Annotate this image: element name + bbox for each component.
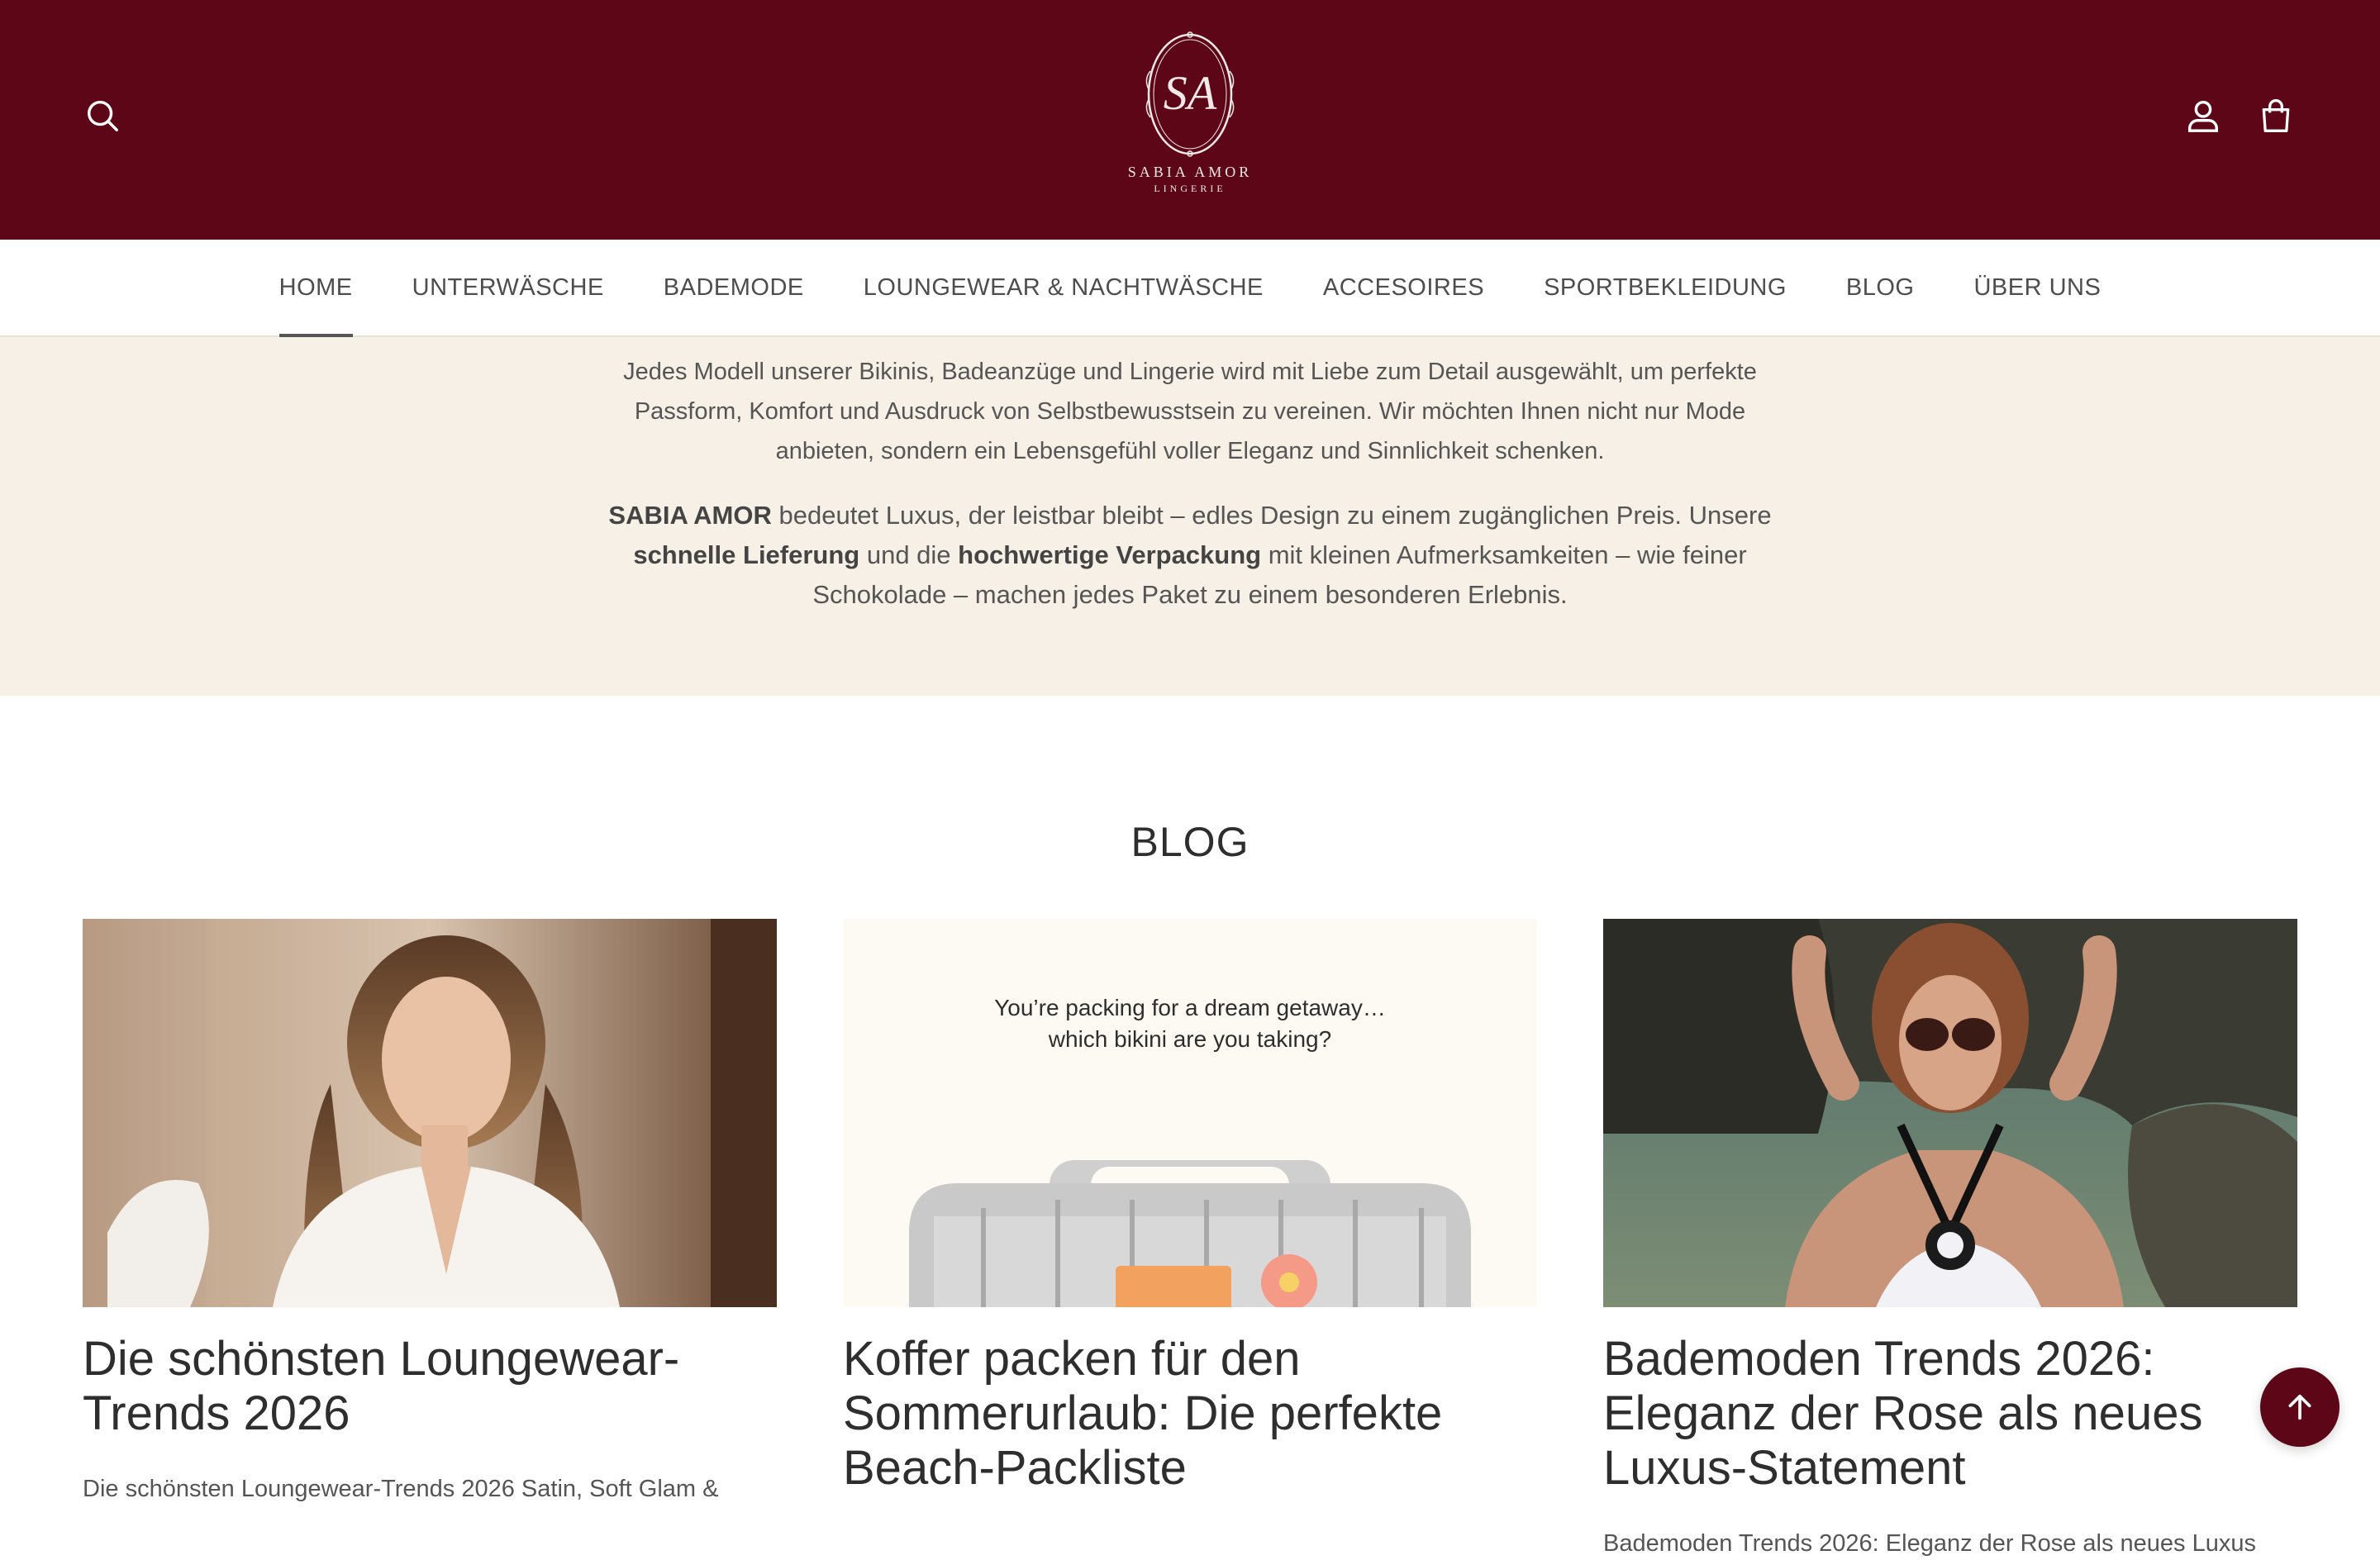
nav-item-ueber-uns[interactable]: ÜBER UNS (1973, 240, 2101, 335)
blog-title-bademoden[interactable]: Bademoden Trends 2026: Eleganz der Rose … (1603, 1332, 2297, 1496)
brand-logo[interactable]: SA SABIA AMOR LINGERIE (1107, 30, 1273, 212)
about-brand-name: SABIA AMOR (608, 501, 772, 530)
user-icon (2187, 100, 2219, 132)
nav-item-bademode[interactable]: BADEMODE (664, 240, 804, 335)
blog-image-packliste[interactable]: You’re packing for a dream getaway… whic… (843, 919, 1537, 1307)
blog-image-bademoden[interactable] (1603, 919, 2297, 1307)
brand-subtitle: LINGERIE (1154, 183, 1226, 194)
cart-button[interactable] (2249, 89, 2302, 142)
nav-item-home[interactable]: HOME (278, 240, 353, 337)
about-text-2: und die (859, 540, 959, 569)
nav-item-loungewear[interactable]: LOUNGEWEAR & NACHTWÄSCHE (864, 240, 1264, 335)
about-paragraph-2: SABIA AMOR bedeutet Luxus, der leistbar … (587, 496, 1793, 615)
nav-item-unterwaesche[interactable]: UNTERWÄSCHE (412, 240, 604, 335)
site-header: SA SABIA AMOR LINGERIE (0, 0, 2380, 240)
nav-item-sportbekleidung[interactable]: SPORTBEKLEIDUNG (1544, 240, 1787, 335)
blog-card-bademoden[interactable]: Bademoden Trends 2026: Eleganz der Rose … (1603, 919, 2297, 1560)
about-paragraph-1: Jedes Modell unserer Bikinis, Badeanzüge… (623, 359, 1757, 464)
blog-card-loungewear[interactable]: Die schönsten Loungewear-Trends 2026 Die… (83, 919, 777, 1505)
about-section: Jedes Modell unserer Bikinis, Badeanzüge… (0, 337, 2380, 696)
about-bold-delivery: schnelle Lieferung (633, 540, 860, 569)
blog-card-packliste[interactable]: You’re packing for a dream getaway… whic… (843, 919, 1537, 1496)
blog-title-loungewear[interactable]: Die schönsten Loungewear-Trends 2026 (83, 1332, 777, 1441)
back-to-top-button[interactable] (2260, 1367, 2340, 1447)
brand-name: SABIA AMOR (1127, 164, 1253, 180)
shopping-bag-icon (2262, 99, 2290, 132)
about-text-1: bedeutet Luxus, der leistbar bleibt – ed… (771, 501, 1772, 530)
arrow-up-icon (2288, 1394, 2311, 1420)
nav-item-blog[interactable]: BLOG (1846, 240, 1915, 335)
search-button[interactable] (76, 89, 129, 142)
about-bold-packaging: hochwertige Verpackung (958, 540, 1262, 569)
main-navigation: HOME UNTERWÄSCHE BADEMODE LOUNGEWEAR & N… (0, 240, 2380, 337)
svg-text:SA: SA (1164, 66, 1217, 120)
blog-title-packliste[interactable]: Koffer packen für den Sommerurlaub: Die … (843, 1332, 1537, 1496)
search-icon (87, 100, 118, 131)
blog-heading: BLOG (1130, 819, 1250, 865)
nav-item-accesoires[interactable]: ACCESOIRES (1323, 240, 1484, 335)
blog-excerpt-bademoden: Bademoden Trends 2026: Eleganz der Rose … (1603, 1530, 2256, 1557)
account-button[interactable] (2177, 89, 2230, 142)
blog-image-loungewear[interactable] (83, 919, 777, 1307)
blog-excerpt-loungewear: Die schönsten Loungewear-Trends 2026 Sat… (83, 1476, 719, 1502)
monogram-logo-icon: SA (1145, 31, 1235, 157)
